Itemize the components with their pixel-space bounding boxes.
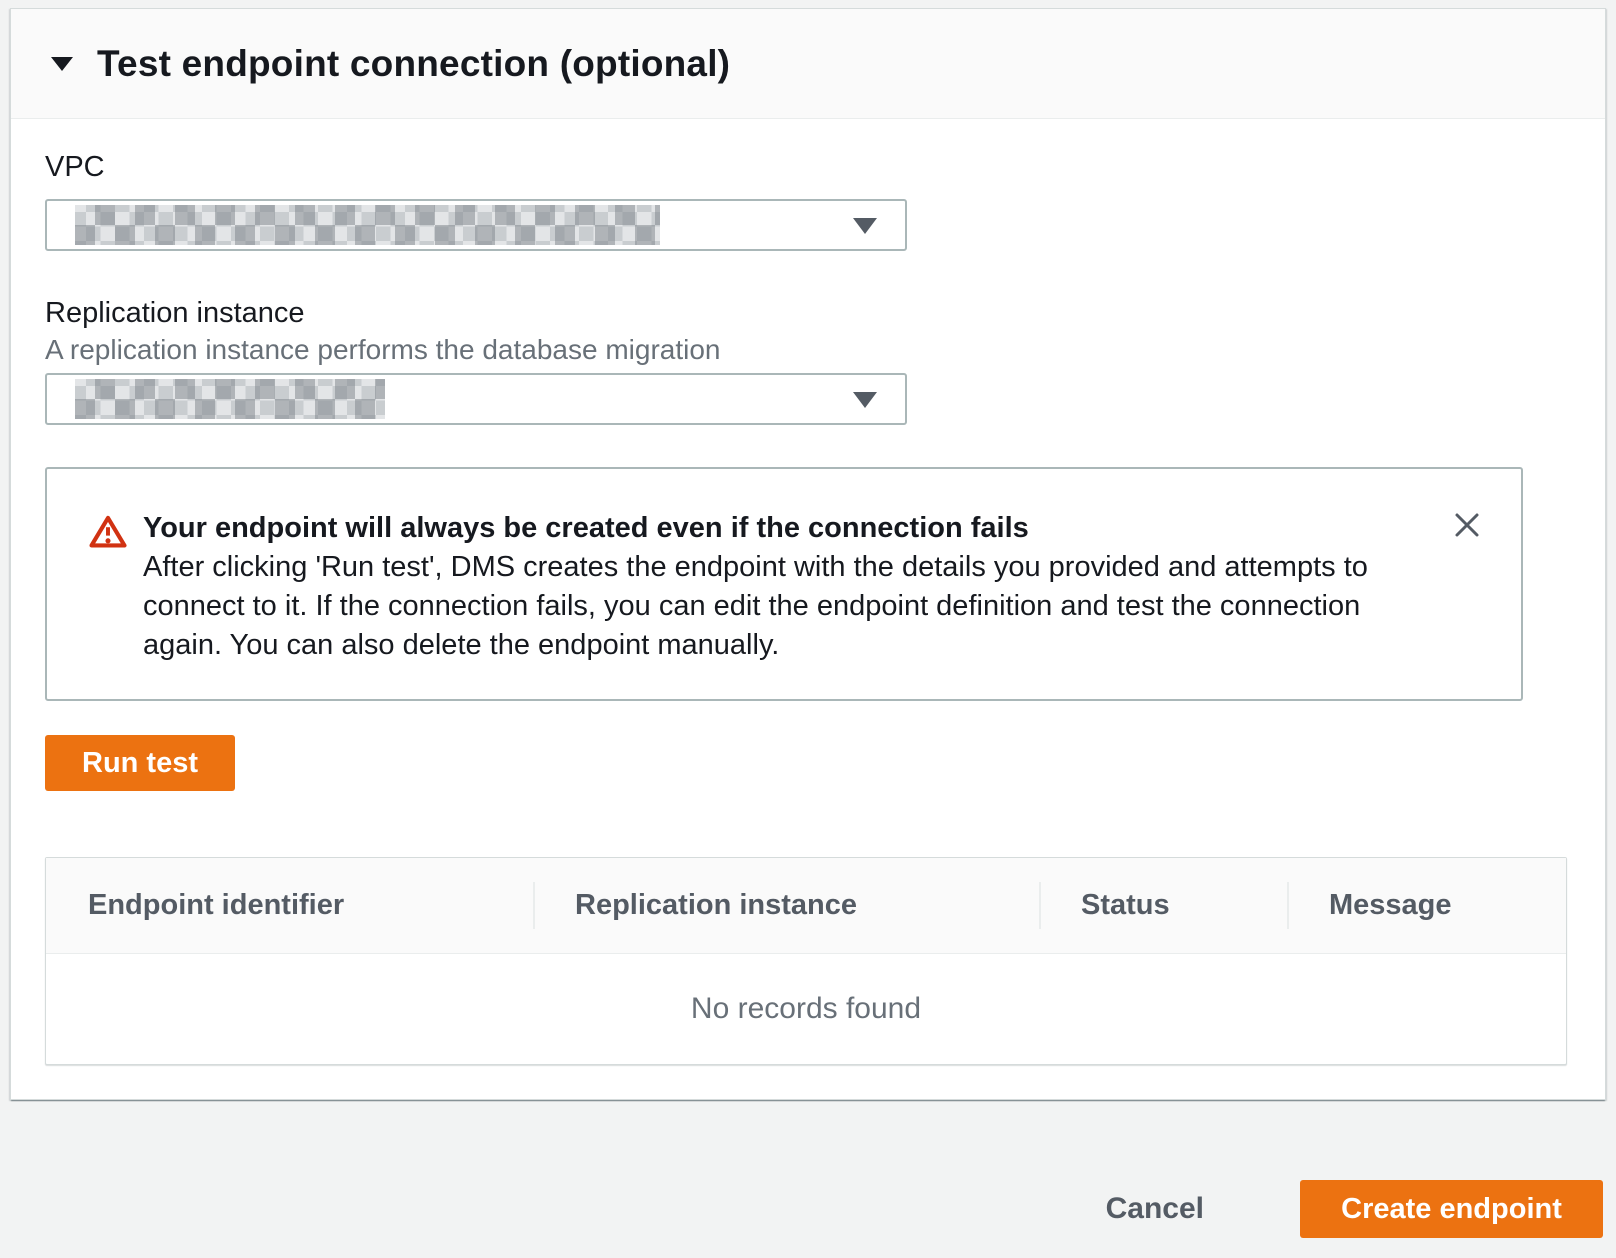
panel-title: Test endpoint connection (optional) [97,43,730,85]
replication-instance-select[interactable] [45,373,907,425]
column-header-message: Message [1287,858,1566,953]
warning-triangle-icon [89,514,127,554]
page: Test endpoint connection (optional) VPC … [0,0,1616,1258]
replication-instance-label: Replication instance [45,297,1571,330]
run-test-button[interactable]: Run test [45,735,235,791]
vpc-selected-value-redacted [75,205,660,245]
cancel-button[interactable]: Cancel [1058,1180,1252,1238]
replication-selected-value-redacted [75,379,385,419]
column-header-replication-instance: Replication instance [533,858,1039,953]
caret-down-icon [853,392,877,408]
collapse-triangle-icon [51,57,73,71]
caret-down-icon [853,218,877,234]
vpc-label: VPC [45,151,1571,184]
table-header-row: Endpoint identifier Replication instance… [46,858,1566,954]
warning-alert: Your endpoint will always be created eve… [45,467,1523,701]
panel-body: VPC Replication instance A replication i… [11,151,1605,1065]
column-header-endpoint-identifier: Endpoint identifier [46,858,533,953]
close-icon[interactable] [1445,503,1489,547]
create-endpoint-button[interactable]: Create endpoint [1300,1180,1603,1238]
column-header-status: Status [1039,858,1287,953]
test-results-table: Endpoint identifier Replication instance… [45,857,1567,1065]
warning-content: Your endpoint will always be created eve… [143,509,1411,665]
table-empty-message: No records found [46,954,1566,1064]
test-endpoint-connection-panel: Test endpoint connection (optional) VPC … [10,8,1606,1100]
form-footer-actions: Cancel Create endpoint [1058,1180,1603,1238]
vpc-select[interactable] [45,199,907,251]
warning-body: After clicking 'Run test', DMS creates t… [143,548,1411,665]
replication-instance-description: A replication instance performs the data… [45,334,1571,366]
panel-header[interactable]: Test endpoint connection (optional) [11,9,1605,119]
warning-title: Your endpoint will always be created eve… [143,509,1411,548]
